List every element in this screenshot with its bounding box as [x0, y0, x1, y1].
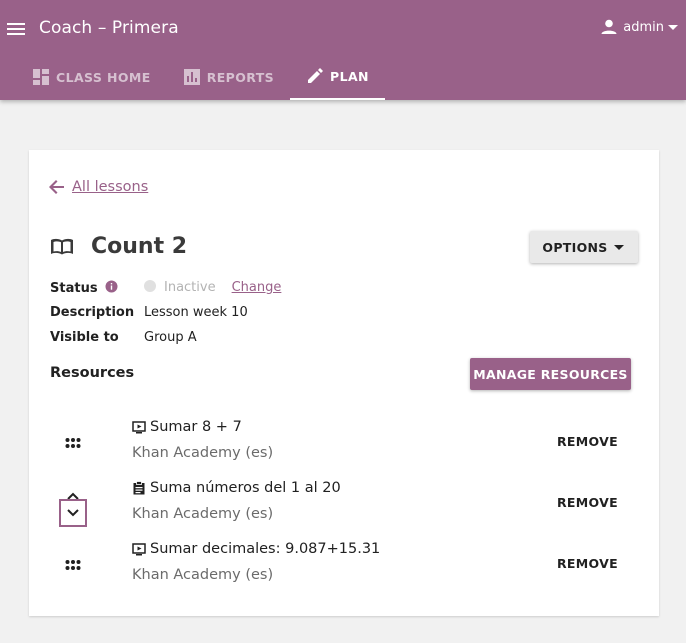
tab-reports-label: Reports: [206, 69, 275, 85]
resource-title-text: Sumar 8 + 7: [150, 419, 242, 435]
person-icon: [601, 19, 617, 34]
remove-resource-button[interactable]: REMOVE: [557, 495, 618, 510]
video-icon: [132, 543, 146, 556]
status-key: Status: [50, 280, 118, 296]
chevron-down-icon: [67, 509, 79, 517]
tab-class-home-label: Class home: [56, 69, 151, 85]
options-button-label: OPTIONS: [542, 239, 608, 255]
app-title: Coach – Primera: [39, 18, 179, 38]
resource-row: Sumar decimales: 9.087+15.31 Khan Academ…: [29, 541, 659, 602]
resource-row: Sumar 8 + 7 Khan Academy (es) REMOVE: [29, 419, 659, 480]
tab-plan[interactable]: Plan: [290, 54, 385, 100]
visible-to-value: Group A: [144, 330, 197, 345]
manage-resources-button[interactable]: MANAGE RESOURCES: [470, 358, 631, 390]
status-text: Inactive: [164, 280, 216, 295]
menu-icon[interactable]: [6, 19, 26, 39]
back-to-lessons-link[interactable]: All lessons: [48, 178, 148, 196]
arrow-back-icon: [49, 180, 64, 194]
dashboard-icon: [33, 69, 49, 85]
lesson-book-icon: [51, 238, 73, 254]
tab-plan-label: Plan: [330, 68, 369, 84]
resource-source: Khan Academy (es): [132, 506, 274, 522]
resource-title-text: Sumar decimales: 9.087+15.31: [150, 541, 381, 557]
dropdown-arrow-icon: [668, 25, 678, 30]
dropdown-arrow-icon: [613, 245, 624, 250]
lesson-header: Count 2: [50, 234, 187, 259]
status-value: Inactive Change: [144, 280, 281, 295]
back-link-label: All lessons: [72, 179, 149, 195]
tab-reports[interactable]: Reports: [167, 54, 290, 100]
lesson-card: All lessons Count 2 OPTIONS Status Inact…: [29, 150, 659, 616]
info-icon[interactable]: [105, 280, 118, 293]
visible-to-key: Visible to: [50, 330, 119, 345]
resource-title[interactable]: Sumar 8 + 7: [132, 419, 242, 435]
drag-handle-icon[interactable]: [65, 559, 81, 571]
user-menu[interactable]: admin: [599, 17, 680, 37]
resources-heading: Resources: [50, 365, 135, 381]
app-bar: Coach – Primera admin Class home: [0, 0, 686, 100]
resource-source: Khan Academy (es): [132, 445, 274, 461]
options-button[interactable]: OPTIONS: [530, 231, 638, 263]
remove-resource-button[interactable]: REMOVE: [557, 434, 618, 449]
status-key-label: Status: [50, 281, 98, 296]
lesson-title: Count 2: [91, 234, 188, 259]
video-icon: [132, 421, 146, 434]
change-status-link[interactable]: Change: [232, 280, 282, 295]
pencil-icon: [308, 68, 324, 83]
resource-title[interactable]: Sumar decimales: 9.087+15.31: [132, 541, 380, 557]
nav-tabs: Class home Reports Plan: [16, 54, 385, 100]
exercise-icon: [133, 481, 145, 495]
bar-chart-icon: [183, 69, 200, 85]
resource-row: Suma números del 1 al 20 Khan Academy (e…: [29, 480, 659, 541]
resource-title[interactable]: Suma números del 1 al 20: [132, 480, 341, 496]
description-value: Lesson week 10: [144, 305, 248, 320]
user-name: admin: [623, 19, 664, 35]
drag-handle-icon[interactable]: [65, 437, 81, 449]
resource-title-text: Suma números del 1 al 20: [150, 480, 341, 496]
description-key: Description: [50, 305, 135, 320]
tab-class-home[interactable]: Class home: [16, 54, 167, 100]
inactive-status-icon: [144, 280, 156, 292]
move-down-button[interactable]: [59, 499, 87, 527]
resource-source: Khan Academy (es): [132, 567, 274, 583]
remove-resource-button[interactable]: REMOVE: [557, 556, 618, 571]
